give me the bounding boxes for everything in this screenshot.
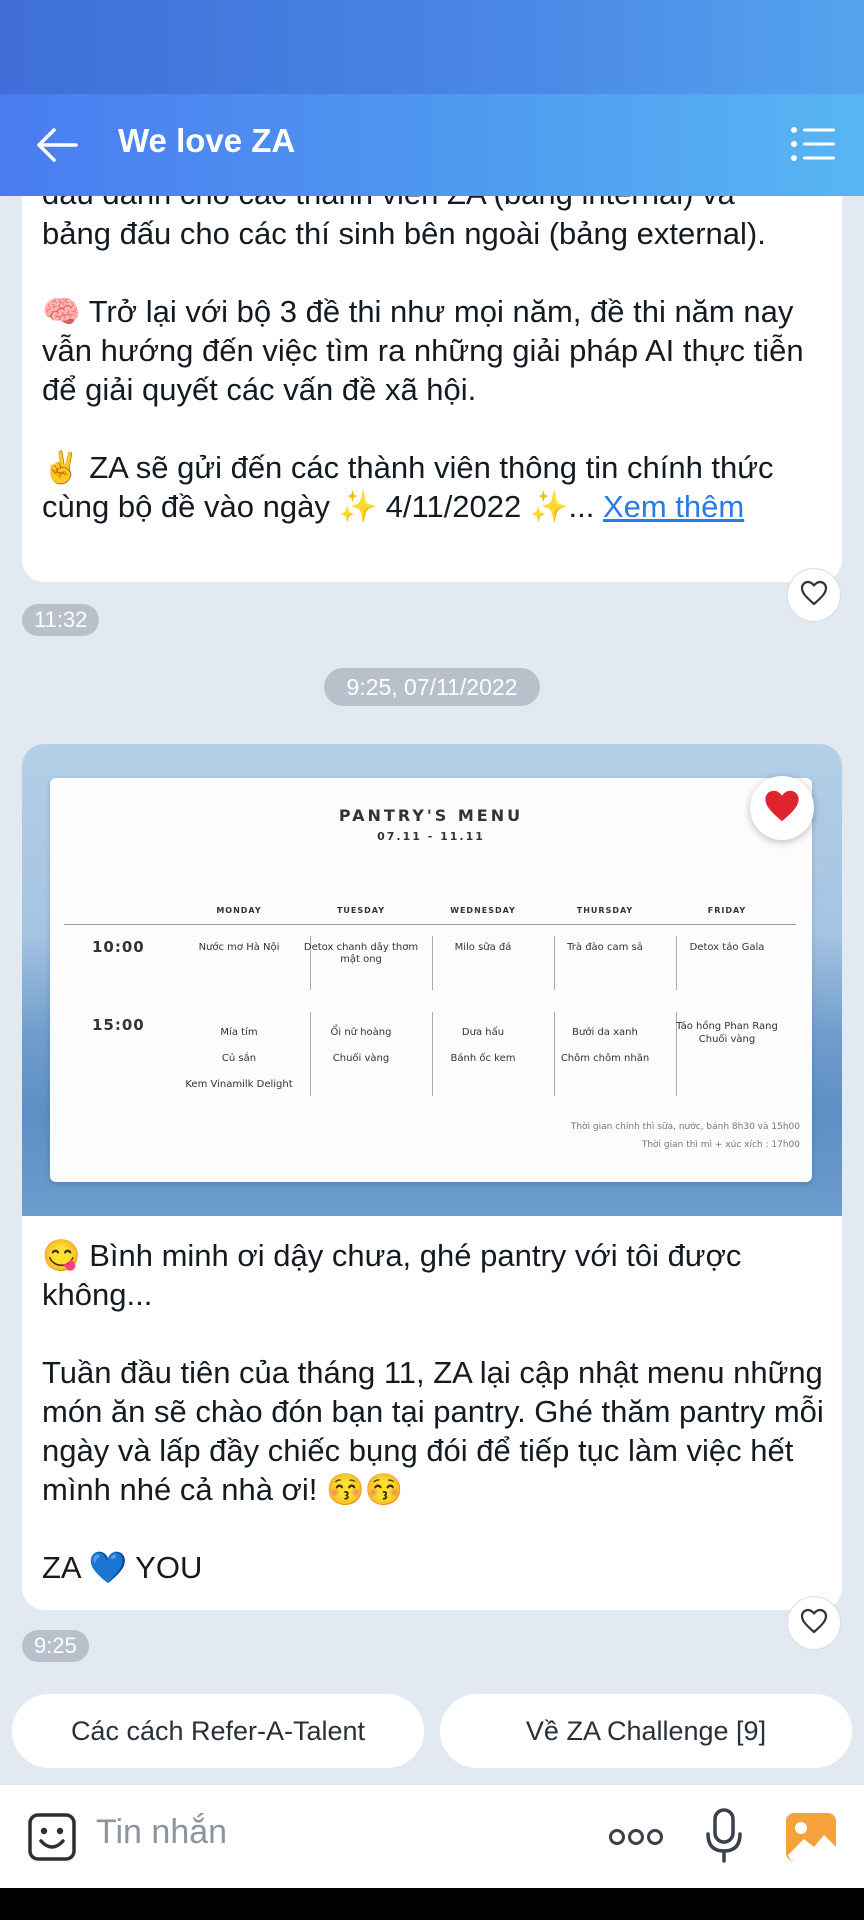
image-icon[interactable] bbox=[784, 1811, 838, 1867]
sticker-icon[interactable] bbox=[26, 1811, 78, 1867]
see-more-link[interactable]: Xem thêm bbox=[603, 489, 744, 524]
chat-title[interactable]: We love ZA bbox=[118, 122, 295, 160]
menu-item: Detox chanh dây thơm mật ong bbox=[303, 942, 419, 965]
day-thursday: THURSDAY bbox=[576, 906, 634, 915]
date-separator: 9:25, 07/11/2022 bbox=[324, 668, 540, 706]
day-friday: FRIDAY bbox=[707, 906, 747, 915]
menu-sheet: PANTRY'S MENU 07.11 - 11.11 MONDAY TUESD… bbox=[50, 778, 812, 1182]
slot-time: 10:00 bbox=[92, 938, 145, 956]
status-bar bbox=[0, 0, 864, 94]
back-arrow-icon[interactable] bbox=[36, 126, 78, 164]
menu-item: Dưa hấu Bánh ốc kem bbox=[450, 1027, 516, 1064]
message-text: bảng đấu cho các thí sinh bên ngoài (bản… bbox=[42, 216, 804, 524]
day-wednesday: WEDNESDAY bbox=[450, 906, 516, 915]
heart-outline-icon bbox=[800, 580, 828, 610]
quick-reply-challenge[interactable]: Về ZA Challenge [9] bbox=[440, 1694, 852, 1768]
pantry-menu-image[interactable]: PANTRY'S MENU 07.11 - 11.11 MONDAY TUESD… bbox=[22, 744, 842, 1216]
menu-note: Thời gian thì mì + xúc xích : 17h00 bbox=[641, 1140, 800, 1150]
menu-item: Táo hồng Phan Rang Chuối vàng bbox=[676, 1021, 778, 1045]
day-tuesday: TUESDAY bbox=[336, 906, 386, 915]
like-button[interactable] bbox=[787, 568, 841, 622]
message-bubble[interactable]: PANTRY'S MENU 07.11 - 11.11 MONDAY TUESD… bbox=[22, 744, 842, 1610]
message-text: 😋 Bình minh ơi dậy chưa, ghé pantry với … bbox=[42, 1238, 824, 1585]
menu-divider bbox=[64, 924, 796, 925]
slot-time: 15:00 bbox=[92, 1016, 145, 1034]
message-composer: Tin nhắn bbox=[0, 1784, 864, 1888]
menu-item: Detox táo Gala bbox=[689, 942, 765, 953]
menu-date-range: 07.11 - 11.11 bbox=[377, 830, 485, 843]
list-menu-icon[interactable] bbox=[790, 124, 836, 164]
menu-item: Trà đào cam sả bbox=[567, 942, 643, 953]
more-dots-icon[interactable] bbox=[608, 1827, 664, 1851]
like-button[interactable] bbox=[787, 1596, 841, 1650]
heart-outline-icon bbox=[800, 1608, 828, 1638]
menu-item: Ổi nữ hoàng Chuối vàng bbox=[330, 1027, 392, 1064]
menu-item: Bưởi da xanh Chôm chôm nhãn bbox=[560, 1027, 650, 1064]
red-heart-icon bbox=[762, 788, 802, 828]
message-input[interactable]: Tin nhắn bbox=[96, 1813, 227, 1852]
menu-note: Thời gian chính thì sữa, nước, bánh 8h30… bbox=[570, 1122, 800, 1132]
message-time: 11:32 bbox=[22, 604, 100, 636]
microphone-icon[interactable] bbox=[704, 1807, 744, 1869]
message-time: 9:25 bbox=[22, 1630, 89, 1662]
menu-title: PANTRY'S MENU bbox=[338, 806, 524, 825]
reaction-badge[interactable] bbox=[750, 776, 814, 840]
menu-item: Milo sữa đá bbox=[454, 942, 512, 953]
message-bubble[interactable]: dấu dành cho các thành viên ZA (bảng int… bbox=[22, 140, 842, 582]
day-monday: MONDAY bbox=[216, 906, 262, 915]
system-nav-bar bbox=[0, 1888, 864, 1920]
quick-reply-refer[interactable]: Các cách Refer-A-Talent bbox=[12, 1694, 424, 1768]
menu-item: Nước mơ Hà Nội bbox=[198, 942, 280, 953]
menu-item: Mía tím Củ sắn Kem Vinamilk Delight bbox=[185, 1027, 293, 1090]
chat-header: We love ZA bbox=[0, 94, 864, 196]
